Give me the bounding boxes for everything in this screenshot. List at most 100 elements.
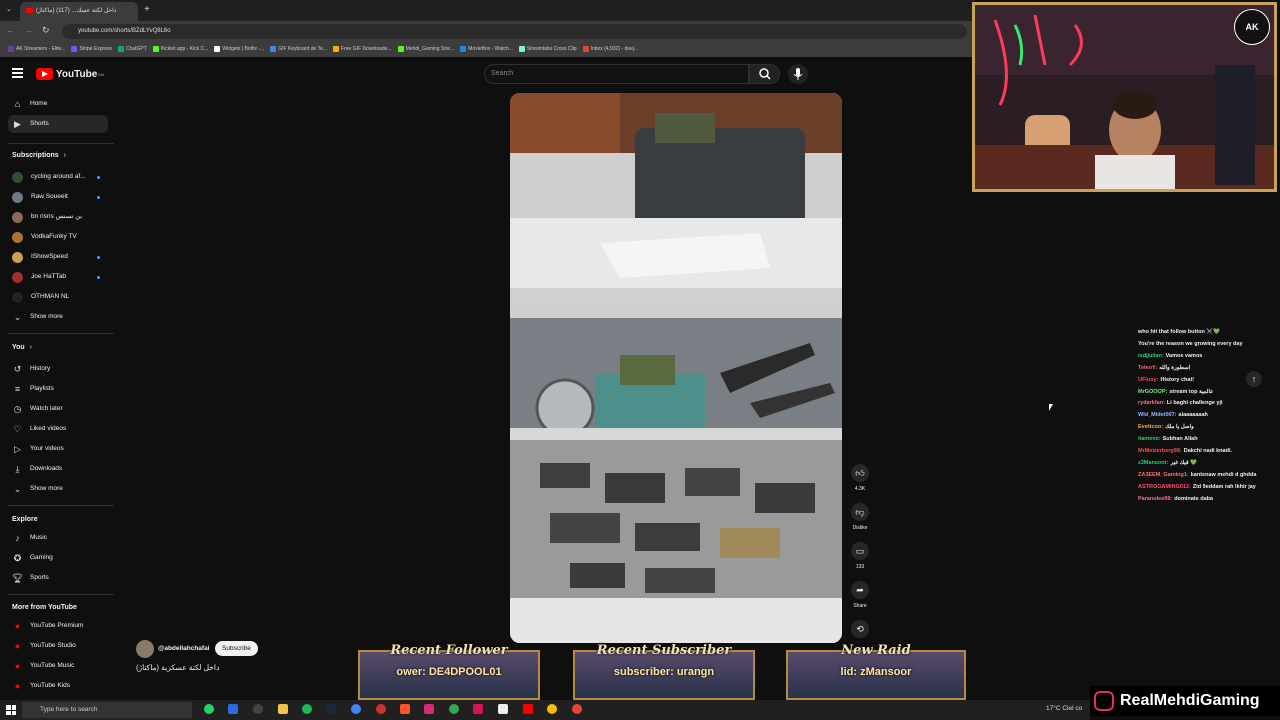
chrome-icon[interactable] xyxy=(351,704,361,714)
sidebar-item-playlists[interactable]: ≡ Playlists xyxy=(8,380,108,398)
sidebar-item-watch-later[interactable]: ◷ Watch later xyxy=(8,400,108,418)
back-icon[interactable]: ← xyxy=(6,25,15,35)
bookmark-item[interactable]: ChatGPT xyxy=(117,42,147,57)
recent-subscriber-value: subscriber: urangn xyxy=(613,666,715,678)
sidebar-item-youtube-studio[interactable]: ● YouTube Studio xyxy=(8,637,108,655)
app-icon[interactable] xyxy=(228,704,238,714)
chat-text: Subhan Allah xyxy=(1162,436,1198,443)
bookmark-item[interactable]: Free GIF Downloade... xyxy=(333,42,392,57)
reload-icon[interactable]: ↻ xyxy=(42,25,50,36)
you-heading[interactable]: You › xyxy=(12,344,32,351)
adobe-icon[interactable] xyxy=(473,704,483,714)
app-icon-2[interactable] xyxy=(376,704,386,714)
subscription-item[interactable]: Raw Soueeit xyxy=(8,188,108,206)
chat-username: TeleoY: xyxy=(1138,364,1158,371)
subscription-item[interactable]: OTHMAN NL xyxy=(8,288,108,306)
subscribe-button[interactable]: Subscribe xyxy=(215,641,258,656)
sidebar-item-gaming[interactable]: ✪ Gaming xyxy=(8,549,108,567)
address-bar[interactable]: youtube.com/shorts/BZdLYvQ8L6o xyxy=(62,24,967,39)
sidebar-item-youtube-premium[interactable]: ● YouTube Premium xyxy=(8,617,108,635)
chat-username: itamemi: xyxy=(1138,436,1161,443)
windows-start-icon[interactable] xyxy=(6,705,16,715)
short-video-player[interactable] xyxy=(510,93,842,643)
youtube-logo[interactable]: YouTube MA xyxy=(36,68,104,80)
capcut-icon[interactable] xyxy=(498,704,508,714)
whatsapp-icon[interactable] xyxy=(204,704,214,714)
subscription-item[interactable]: IShowSpeed xyxy=(8,248,108,266)
spotify-icon[interactable] xyxy=(302,704,312,714)
subscription-item[interactable]: cycling around af... xyxy=(8,168,108,186)
explore-heading[interactable]: Explore xyxy=(12,516,38,523)
ak-streamers-logo: AK xyxy=(1234,9,1270,45)
forward-icon[interactable]: → xyxy=(24,25,33,35)
sidebar-item-home[interactable]: ⌂ Home xyxy=(8,95,108,113)
more-from-youtube-heading[interactable]: More from YouTube xyxy=(12,604,77,611)
weather-widget[interactable]: 17°C Ciel co xyxy=(1046,705,1082,712)
remix-action[interactable]: ⟲ xyxy=(848,620,872,642)
tab-list-icon[interactable]: ⌄ xyxy=(6,5,12,13)
sidebar-item-downloads[interactable]: ⤓ Downloads xyxy=(8,460,108,478)
chrome-icon-2[interactable] xyxy=(449,704,459,714)
chat-message: z3Mansoor: قيك غير 💚 xyxy=(1138,459,1263,467)
chrome-icon-4[interactable] xyxy=(572,704,582,714)
subscriptions-heading[interactable]: Subscriptions › xyxy=(12,152,66,159)
sidebar-item-shorts[interactable]: ▶ Shorts xyxy=(8,115,108,133)
subscription-item[interactable]: VodkaFunky TV xyxy=(8,228,108,246)
steam-icon[interactable] xyxy=(326,704,336,714)
bookmark-item[interactable]: Inbox (4,932) - deej... xyxy=(582,42,638,57)
browser-tab[interactable]: (ماكتاژ) داخل لكتة عسك... (117) xyxy=(20,2,138,21)
bookmark-item[interactable]: Stripe Express xyxy=(71,42,112,57)
chat-username: MrGOOOP: xyxy=(1138,388,1168,395)
taskbar-search-input[interactable]: Type here to search xyxy=(22,702,192,718)
chat-text: قيك غير 💚 xyxy=(1170,459,1197,466)
new-tab-button[interactable]: + xyxy=(144,4,150,15)
comments-action[interactable]: ▭ 133 xyxy=(848,542,872,570)
bookmark-item[interactable]: Widgets | Botfix -... xyxy=(214,42,264,57)
channel-avatar[interactable] xyxy=(136,640,154,658)
chat-text: Vamos vamos xyxy=(1165,352,1203,359)
obs-icon[interactable] xyxy=(253,704,263,714)
search-input[interactable]: Search xyxy=(484,64,749,84)
bookmark-item[interactable]: Mehdi_Gaming Stre... xyxy=(397,42,454,57)
explore-heading-label: Explore xyxy=(12,516,38,523)
music-icon: ♪ xyxy=(15,533,20,543)
youtube-red-icon: ● xyxy=(14,661,21,671)
channel-name[interactable]: @abdellahchafai xyxy=(158,645,210,652)
home-icon: ⌂ xyxy=(14,99,21,109)
scroll-to-top-button[interactable]: ↑ xyxy=(1246,371,1262,387)
sidebar-divider xyxy=(8,143,114,144)
subscription-item[interactable]: bn nsns بن نسنس xyxy=(8,208,108,226)
instagram-icon[interactable] xyxy=(424,704,434,714)
dislike-action[interactable]: 👎︎ Dislike xyxy=(848,503,872,531)
brave-icon[interactable] xyxy=(400,704,410,714)
sidebar-item-history[interactable]: ↺ History xyxy=(8,360,108,378)
chat-text: واصل يا ملك xyxy=(1165,424,1194,431)
sidebar-item-music[interactable]: ♪ Music xyxy=(8,529,108,547)
bookmark-item[interactable]: Streamlabs Cross Clip xyxy=(518,42,577,57)
bookmark-favicon-icon xyxy=(152,45,159,52)
your-videos-icon: ▷ xyxy=(14,444,21,454)
dislike-label: Dislike xyxy=(852,525,868,531)
bookmark-item[interactable]: GIF Keyboard de Te... xyxy=(270,42,327,57)
live-dot xyxy=(97,255,100,259)
file-explorer-icon[interactable] xyxy=(278,704,288,714)
sidebar-item-youtube-kids[interactable]: ● YouTube Kids xyxy=(8,677,108,695)
show-more-you[interactable]: ⌄ Show more xyxy=(8,480,108,498)
search-button[interactable] xyxy=(749,64,780,84)
share-action[interactable]: ➦ Share xyxy=(848,581,872,609)
bookmark-item[interactable]: Kicklet.app - Kick C... xyxy=(152,42,208,57)
bookmark-item[interactable]: AK Streamers - Elite... xyxy=(8,42,65,57)
show-more-subscriptions[interactable]: ⌄ Show more xyxy=(8,308,108,326)
voice-search-button[interactable] xyxy=(788,64,808,84)
bookmark-item[interactable]: MovieBox - Watch... xyxy=(460,42,513,57)
sidebar-item-liked-videos[interactable]: ♡ Liked videos xyxy=(8,420,108,438)
chrome-icon-3[interactable] xyxy=(547,704,557,714)
menu-icon[interactable] xyxy=(12,68,23,78)
sidebar-item-youtube-music[interactable]: ● YouTube Music xyxy=(8,657,108,675)
like-action[interactable]: 👍︎ 4.3K xyxy=(848,464,872,492)
youtube-app-icon[interactable] xyxy=(523,704,533,714)
sidebar-item-sports[interactable]: 🏆︎ Sports xyxy=(8,569,108,587)
sidebar-item-your-videos[interactable]: ▷ Your videos xyxy=(8,440,108,458)
webcam-feed xyxy=(975,5,1274,189)
subscription-item[interactable]: Joe HaTTab xyxy=(8,268,108,286)
